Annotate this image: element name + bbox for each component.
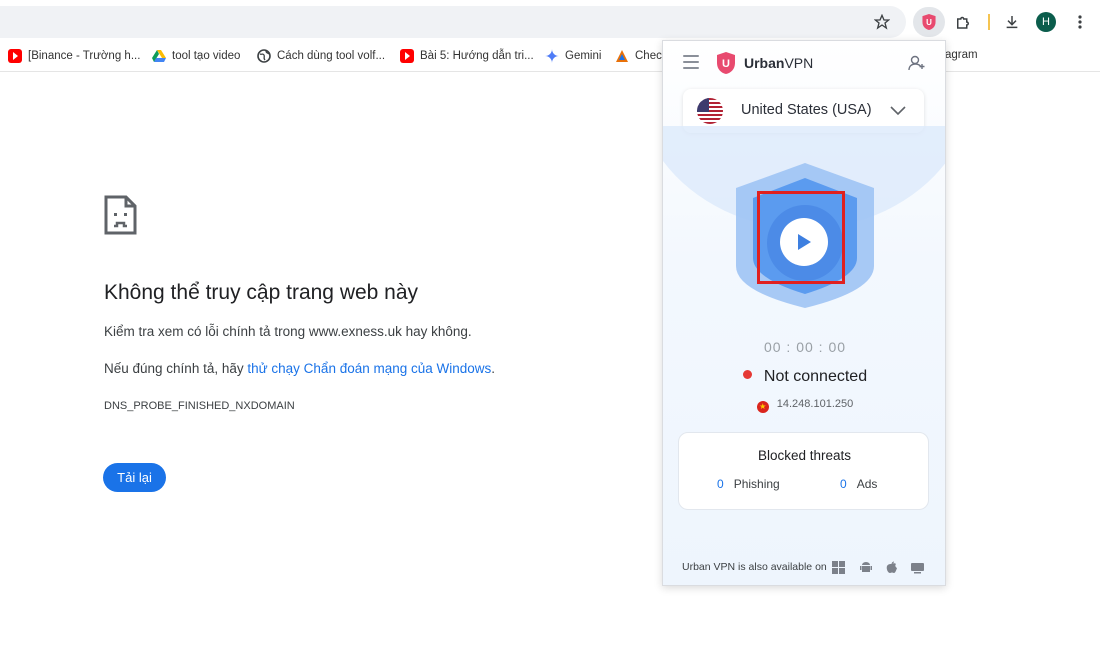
ip-address: ★ 14.248.101.250 (663, 398, 945, 413)
windows-icon[interactable] (832, 561, 845, 574)
bookmark-label: agram (945, 49, 978, 61)
connection-status: Not connected (663, 368, 945, 386)
bookmark-label: Cách dùng tool volf... (277, 50, 386, 62)
google-drive-icon (152, 49, 166, 63)
check-icon (615, 49, 629, 63)
urbanvpn-extension-icon[interactable]: U (917, 10, 941, 34)
diagnostics-prefix: Nếu đúng chính tả, hãy (104, 361, 248, 376)
youtube-icon (400, 49, 414, 63)
popup-header: U UrbanVPN (663, 41, 945, 85)
android-icon[interactable] (859, 561, 872, 574)
diagnostics-suffix: . (491, 361, 496, 376)
urbanvpn-logo-icon: U (715, 51, 737, 75)
ads-stat: 0 Ads (840, 477, 878, 491)
globe-icon (257, 49, 271, 63)
bookmark-label: Bài 5: Hướng dẫn tri... (420, 50, 534, 62)
usa-flag-icon (697, 98, 723, 124)
status-dot-icon (742, 370, 752, 379)
bookmark-item[interactable]: Bài 5: Hướng dẫn tri... (400, 49, 534, 63)
reload-button[interactable]: Tải lại (103, 463, 166, 492)
extensions-puzzle-icon[interactable] (951, 10, 975, 34)
platforms-footer-text: Urban VPN is also available on (682, 561, 827, 573)
address-bar[interactable] (0, 6, 906, 38)
toolbar-separator (988, 14, 990, 30)
bookmark-item[interactable]: agram (945, 49, 978, 61)
vietnam-flag-icon: ★ (756, 401, 769, 413)
selected-country: United States (USA) (741, 102, 872, 118)
bookmark-label: [Binance - Trường h... (28, 50, 141, 62)
browser-toolbar: U H (0, 0, 1100, 42)
error-title: Không thể truy cập trang web này (104, 281, 419, 304)
youtube-icon (8, 49, 22, 63)
bookmark-item[interactable]: Check (615, 49, 668, 63)
network-diagnostics-link[interactable]: thử chạy Chẩn đoán mạng của Windows (247, 361, 491, 376)
svg-text:U: U (722, 58, 730, 70)
hamburger-menu-icon[interactable] (683, 55, 699, 69)
profile-avatar[interactable]: H (1036, 12, 1056, 32)
apple-icon[interactable] (885, 561, 898, 574)
bookmark-item[interactable]: Gemini (545, 49, 601, 63)
svg-text:U: U (926, 18, 932, 27)
brand-name: UrbanVPN (744, 55, 814, 71)
blocked-threats-card: Blocked threats 0 Phishing 0 Ads (678, 432, 929, 510)
phishing-stat: 0 Phishing (717, 477, 780, 491)
bookmark-star-icon[interactable] (870, 10, 894, 34)
urbanvpn-popup: U UrbanVPN United States (USA) 00: 00:… (662, 40, 946, 586)
bookmark-item[interactable]: tool tạo video (152, 49, 240, 63)
connect-play-button[interactable] (780, 218, 828, 266)
broken-page-icon (104, 195, 137, 235)
bookmark-item[interactable]: Cách dùng tool volf... (257, 49, 385, 63)
threats-title: Blocked threats (757, 448, 852, 463)
chevron-down-icon[interactable] (889, 101, 907, 119)
download-icon[interactable] (1000, 10, 1024, 34)
connection-timer: 00 : 00 : 00 (763, 339, 847, 355)
bookmark-label: tool tạo video (172, 50, 241, 62)
gemini-icon (545, 49, 559, 63)
error-suggestion-spelling: Kiểm tra xem có lỗi chính tả trong www.e… (104, 324, 472, 339)
error-code: DNS_PROBE_FINISHED_NXDOMAIN (104, 400, 295, 412)
menu-kebab-icon[interactable] (1068, 10, 1092, 34)
bookmark-label: Gemini (565, 50, 602, 62)
error-suggestion-diagnostics: Nếu đúng chính tả, hãy thử chạy Chẩn đoá… (104, 361, 495, 376)
tv-icon[interactable] (911, 561, 924, 574)
bookmark-item[interactable]: [Binance - Trường h... (8, 49, 140, 63)
account-icon[interactable] (907, 53, 927, 73)
play-icon (798, 234, 811, 250)
